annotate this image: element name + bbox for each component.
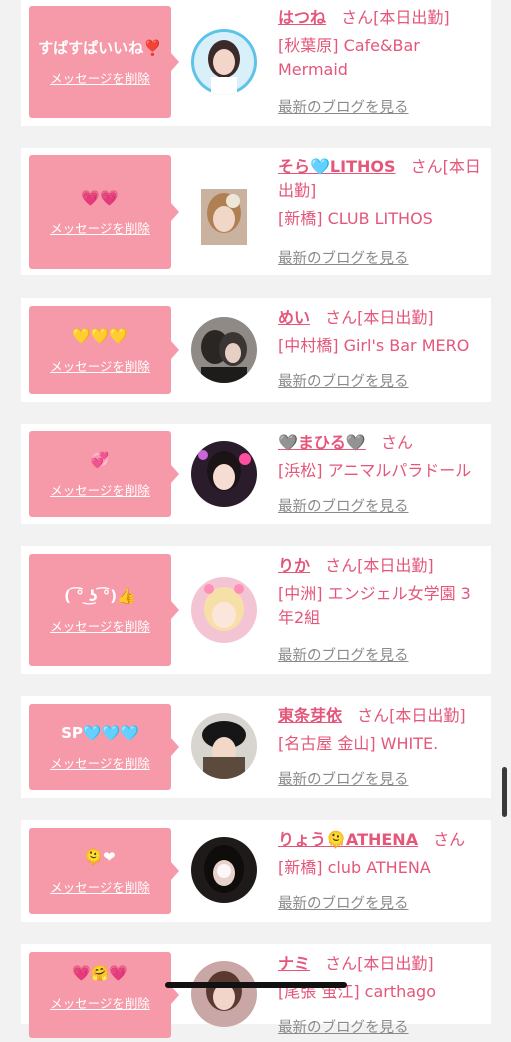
cast-info: そら🩵LITHOS さん[本日出勤] [新橋] CLUB LITHOS 最新のブ… [278,155,483,270]
message-card: 💛💛💛 メッセージを削除 めい さん[本日出勤] [中村橋] Girl's Ba… [21,298,491,402]
blog-link[interactable]: 最新のブログを見る [278,96,409,117]
blog-link[interactable]: 最新のブログを見る [278,370,409,391]
blog-link[interactable]: 最新のブログを見る [278,247,409,268]
message-text: すぱすぱいいね❣️ [38,38,162,57]
message-bubble: 💗🤗💗 メッセージを削除 [29,952,179,1038]
name-suffix: さん [325,556,358,575]
delete-message-link[interactable]: メッセージを削除 [50,480,150,499]
message-card: 🫠❤ メッセージを削除 りょう🫠ATHENA さん [新橋] club ATHE… [21,820,491,922]
message-text: 💗🤗💗 [71,963,129,982]
cast-info: 🩶まひる🩶 さん [浜松] アニマルパラドール 最新のブログを見る [278,431,483,521]
home-indicator[interactable] [165,982,347,988]
name-suffix: さん [341,8,374,27]
avatar[interactable] [191,713,257,779]
cast-name-link[interactable]: はつね [278,8,326,27]
message-card: すぱすぱいいね❣️ メッセージを削除 はつね さん[本日出勤] [秋葉原] Ca… [21,0,491,126]
cast-info: ナミ さん[本日出勤] [尾張 蛍江] carthago 最新のブログを見る [278,952,483,1042]
work-status: [本日出勤] [357,954,434,973]
cast-name-link[interactable]: めい [278,308,310,327]
avatar[interactable] [191,441,257,507]
shop-info: [新橋] club ATHENA [278,858,431,877]
cast-name-link[interactable]: りょう🫠ATHENA [278,830,418,849]
delete-message-link[interactable]: メッセージを削除 [50,877,150,896]
message-card: ( ͡° ͜ʖ ͡°)👍 メッセージを削除 りか さん[本日出勤] [中洲] エ… [21,546,491,674]
cast-name-link[interactable]: そら🩵LITHOS [278,157,396,176]
blog-link[interactable]: 最新のブログを見る [278,768,409,789]
shop-info: [名古屋 金山] WHITE. [278,734,439,753]
avatar[interactable] [191,577,257,643]
cast-name-link[interactable]: ナミ [278,954,310,973]
shop-info: [中洲] エンジェル女学園 3年2組 [278,584,471,627]
avatar[interactable] [191,29,257,95]
work-status: [本日出勤] [357,308,434,327]
message-text: 💞 [90,450,110,469]
shop-info: [浜松] アニマルパラドール [278,461,472,480]
message-text: 💗💗 [81,188,119,207]
work-status: [本日出勤] [373,8,450,27]
cast-info: めい さん[本日出勤] [中村橋] Girl's Bar MERO 最新のブログ… [278,306,483,396]
cast-name-link[interactable]: 🩶まひる🩶 [278,433,366,452]
delete-message-link[interactable]: メッセージを削除 [50,753,150,772]
delete-message-link[interactable]: メッセージを削除 [50,993,150,1012]
scrollbar[interactable] [502,767,507,817]
message-text: ( ͡° ͜ʖ ͡°)👍 [64,586,136,605]
message-bubble: 🫠❤ メッセージを削除 [29,828,179,914]
message-bubble: すぱすぱいいね❣️ メッセージを削除 [29,6,179,118]
avatar[interactable] [191,317,257,383]
name-suffix: さん [433,830,466,849]
cast-info: 東条芽依 さん[本日出勤] [名古屋 金山] WHITE. 最新のブログを見る [278,704,483,794]
message-card: 💗💗 メッセージを削除 そら🩵LITHOS さん[本日出勤] [新橋] CLUB… [21,148,491,275]
message-text: 💛💛💛 [71,326,129,345]
delete-message-link[interactable]: メッセージを削除 [50,356,150,375]
message-card: SP🩵🩵🩵 メッセージを削除 東条芽依 さん[本日出勤] [名古屋 金山] WH… [21,696,491,798]
blog-link[interactable]: 最新のブログを見る [278,1016,409,1037]
cast-name-link[interactable]: 東条芽依 [278,706,342,725]
blog-link[interactable]: 最新のブログを見る [278,892,409,913]
work-status: [本日出勤] [357,556,434,575]
name-suffix: さん [357,706,390,725]
message-bubble: 💛💛💛 メッセージを削除 [29,306,179,394]
message-card: 💞 メッセージを削除 🩶まひる🩶 さん [浜松] アニマルパラドール 最新のブロ… [21,424,491,524]
shop-info: [中村橋] Girl's Bar MERO [278,336,470,355]
cast-info: はつね さん[本日出勤] [秋葉原] Cafe&Bar Mermaid 最新のブ… [278,6,483,121]
cast-name-link[interactable]: りか [278,556,310,575]
message-text: 🫠❤ [84,847,116,866]
avatar[interactable] [201,189,247,245]
delete-message-link[interactable]: メッセージを削除 [50,68,150,87]
message-bubble: 💞 メッセージを削除 [29,431,179,517]
shop-info: [秋葉原] Cafe&Bar Mermaid [278,36,420,79]
blog-link[interactable]: 最新のブログを見る [278,495,409,516]
name-suffix: さん [380,433,413,452]
name-suffix: さん [410,157,443,176]
message-bubble: 💗💗 メッセージを削除 [29,155,179,269]
delete-message-link[interactable]: メッセージを削除 [50,616,150,635]
cast-info: りょう🫠ATHENA さん [新橋] club ATHENA 最新のブログを見る [278,828,483,918]
avatar[interactable] [191,837,257,903]
message-bubble: ( ͡° ͜ʖ ͡°)👍 メッセージを削除 [29,554,179,666]
shop-info: [新橋] CLUB LITHOS [278,209,433,228]
name-suffix: さん [325,308,358,327]
message-bubble: SP🩵🩵🩵 メッセージを削除 [29,704,179,790]
delete-message-link[interactable]: メッセージを削除 [50,218,150,237]
name-suffix: さん [325,954,358,973]
work-status: [本日出勤] [389,706,466,725]
cast-info: りか さん[本日出勤] [中洲] エンジェル女学園 3年2組 最新のブログを見る [278,554,483,669]
message-text: SP🩵🩵🩵 [61,723,139,742]
blog-link[interactable]: 最新のブログを見る [278,644,409,665]
avatar[interactable] [191,961,257,1027]
